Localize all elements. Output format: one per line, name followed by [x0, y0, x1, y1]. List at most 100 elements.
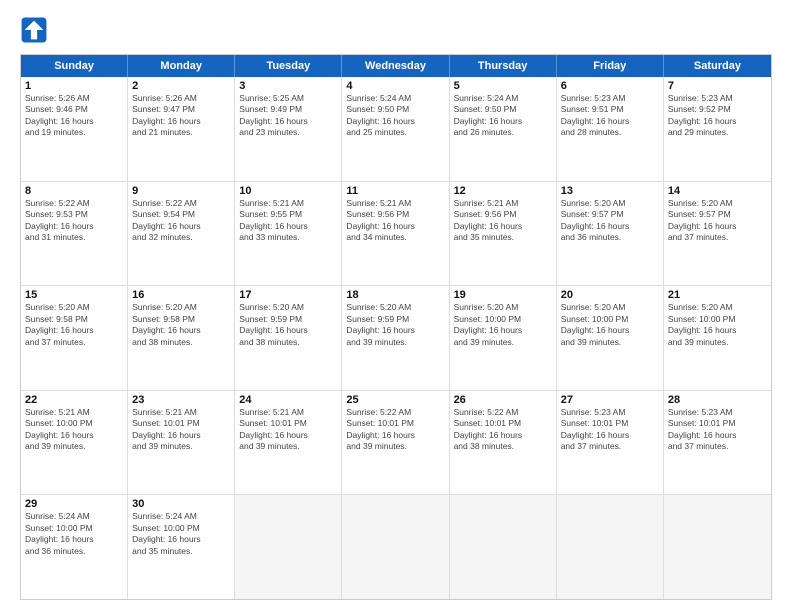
day-info-line: Sunrise: 5:20 AM: [454, 302, 552, 313]
day-cell-17: 17Sunrise: 5:20 AMSunset: 9:59 PMDayligh…: [235, 286, 342, 390]
day-info-line: Sunset: 10:01 PM: [668, 418, 767, 429]
day-cell-28: 28Sunrise: 5:23 AMSunset: 10:01 PMDaylig…: [664, 391, 771, 495]
day-number: 4: [346, 80, 444, 92]
day-number: 3: [239, 80, 337, 92]
day-info-line: and 37 minutes.: [561, 441, 659, 452]
day-info-line: Sunrise: 5:21 AM: [454, 198, 552, 209]
day-info-line: and 35 minutes.: [132, 546, 230, 557]
day-cell-24: 24Sunrise: 5:21 AMSunset: 10:01 PMDaylig…: [235, 391, 342, 495]
day-number: 18: [346, 289, 444, 301]
day-info-line: Sunrise: 5:20 AM: [561, 198, 659, 209]
day-info-line: Sunset: 9:56 PM: [454, 209, 552, 220]
logo-icon: [20, 16, 48, 44]
day-info-line: Sunrise: 5:23 AM: [561, 407, 659, 418]
day-number: 26: [454, 394, 552, 406]
day-cell-15: 15Sunrise: 5:20 AMSunset: 9:58 PMDayligh…: [21, 286, 128, 390]
empty-cell: [450, 495, 557, 599]
day-cell-5: 5Sunrise: 5:24 AMSunset: 9:50 PMDaylight…: [450, 77, 557, 181]
day-info-line: Sunset: 9:54 PM: [132, 209, 230, 220]
day-cell-11: 11Sunrise: 5:21 AMSunset: 9:56 PMDayligh…: [342, 182, 449, 286]
day-info-line: Sunrise: 5:20 AM: [668, 302, 767, 313]
day-info-line: and 21 minutes.: [132, 127, 230, 138]
day-info-line: Daylight: 16 hours: [346, 430, 444, 441]
day-info-line: Sunrise: 5:21 AM: [239, 198, 337, 209]
day-number: 29: [25, 498, 123, 510]
day-cell-29: 29Sunrise: 5:24 AMSunset: 10:00 PMDaylig…: [21, 495, 128, 599]
day-info-line: Daylight: 16 hours: [346, 221, 444, 232]
day-number: 7: [668, 80, 767, 92]
day-info-line: and 35 minutes.: [454, 232, 552, 243]
day-info-line: Daylight: 16 hours: [132, 325, 230, 336]
week-row-5: 29Sunrise: 5:24 AMSunset: 10:00 PMDaylig…: [21, 495, 771, 599]
day-info-line: Sunrise: 5:22 AM: [25, 198, 123, 209]
day-info-line: Sunrise: 5:20 AM: [239, 302, 337, 313]
day-info-line: Sunrise: 5:21 AM: [132, 407, 230, 418]
day-info-line: and 39 minutes.: [561, 337, 659, 348]
day-info-line: and 38 minutes.: [132, 337, 230, 348]
header-day-saturday: Saturday: [664, 55, 771, 77]
day-info-line: and 25 minutes.: [346, 127, 444, 138]
week-row-1: 1Sunrise: 5:26 AMSunset: 9:46 PMDaylight…: [21, 77, 771, 182]
day-info-line: Daylight: 16 hours: [454, 430, 552, 441]
day-cell-8: 8Sunrise: 5:22 AMSunset: 9:53 PMDaylight…: [21, 182, 128, 286]
day-number: 27: [561, 394, 659, 406]
day-info-line: and 39 minutes.: [132, 441, 230, 452]
logo: [20, 16, 52, 44]
day-info-line: Sunset: 9:56 PM: [346, 209, 444, 220]
day-info-line: Sunrise: 5:22 AM: [454, 407, 552, 418]
day-info-line: and 28 minutes.: [561, 127, 659, 138]
day-info-line: Sunset: 10:01 PM: [454, 418, 552, 429]
day-info-line: Daylight: 16 hours: [561, 116, 659, 127]
day-number: 5: [454, 80, 552, 92]
day-number: 16: [132, 289, 230, 301]
day-info-line: Daylight: 16 hours: [132, 430, 230, 441]
day-number: 6: [561, 80, 659, 92]
empty-cell: [557, 495, 664, 599]
day-info-line: and 38 minutes.: [454, 441, 552, 452]
day-info-line: Daylight: 16 hours: [668, 430, 767, 441]
day-info-line: Sunrise: 5:25 AM: [239, 93, 337, 104]
day-info-line: Daylight: 16 hours: [25, 325, 123, 336]
day-info-line: Daylight: 16 hours: [25, 221, 123, 232]
day-info-line: and 32 minutes.: [132, 232, 230, 243]
day-info-line: Sunrise: 5:20 AM: [346, 302, 444, 313]
day-info-line: and 33 minutes.: [239, 232, 337, 243]
day-info-line: Sunrise: 5:24 AM: [132, 511, 230, 522]
day-cell-14: 14Sunrise: 5:20 AMSunset: 9:57 PMDayligh…: [664, 182, 771, 286]
day-info-line: and 31 minutes.: [25, 232, 123, 243]
day-info-line: and 39 minutes.: [346, 337, 444, 348]
day-info-line: Sunset: 10:01 PM: [561, 418, 659, 429]
week-row-2: 8Sunrise: 5:22 AMSunset: 9:53 PMDaylight…: [21, 182, 771, 287]
day-info-line: Sunset: 9:53 PM: [25, 209, 123, 220]
day-info-line: and 36 minutes.: [25, 546, 123, 557]
page: SundayMondayTuesdayWednesdayThursdayFrid…: [0, 0, 792, 612]
day-info-line: Sunrise: 5:20 AM: [132, 302, 230, 313]
day-info-line: Sunset: 9:58 PM: [25, 314, 123, 325]
day-info-line: Sunrise: 5:23 AM: [561, 93, 659, 104]
day-number: 20: [561, 289, 659, 301]
day-info-line: Sunrise: 5:21 AM: [346, 198, 444, 209]
day-number: 1: [25, 80, 123, 92]
day-info-line: Sunset: 9:55 PM: [239, 209, 337, 220]
day-info-line: and 29 minutes.: [668, 127, 767, 138]
day-cell-4: 4Sunrise: 5:24 AMSunset: 9:50 PMDaylight…: [342, 77, 449, 181]
day-info-line: Sunset: 10:00 PM: [454, 314, 552, 325]
day-number: 14: [668, 185, 767, 197]
day-cell-16: 16Sunrise: 5:20 AMSunset: 9:58 PMDayligh…: [128, 286, 235, 390]
day-cell-18: 18Sunrise: 5:20 AMSunset: 9:59 PMDayligh…: [342, 286, 449, 390]
day-info-line: Sunset: 9:47 PM: [132, 104, 230, 115]
day-info-line: Daylight: 16 hours: [668, 116, 767, 127]
day-info-line: Sunset: 9:46 PM: [25, 104, 123, 115]
day-info-line: Daylight: 16 hours: [239, 325, 337, 336]
day-number: 12: [454, 185, 552, 197]
header-day-friday: Friday: [557, 55, 664, 77]
day-number: 30: [132, 498, 230, 510]
day-cell-23: 23Sunrise: 5:21 AMSunset: 10:01 PMDaylig…: [128, 391, 235, 495]
day-info-line: Sunrise: 5:20 AM: [668, 198, 767, 209]
day-cell-6: 6Sunrise: 5:23 AMSunset: 9:51 PMDaylight…: [557, 77, 664, 181]
day-info-line: Sunrise: 5:24 AM: [25, 511, 123, 522]
day-info-line: Sunrise: 5:24 AM: [454, 93, 552, 104]
day-info-line: and 37 minutes.: [668, 232, 767, 243]
day-info-line: Sunset: 10:01 PM: [132, 418, 230, 429]
day-info-line: Sunset: 9:59 PM: [346, 314, 444, 325]
